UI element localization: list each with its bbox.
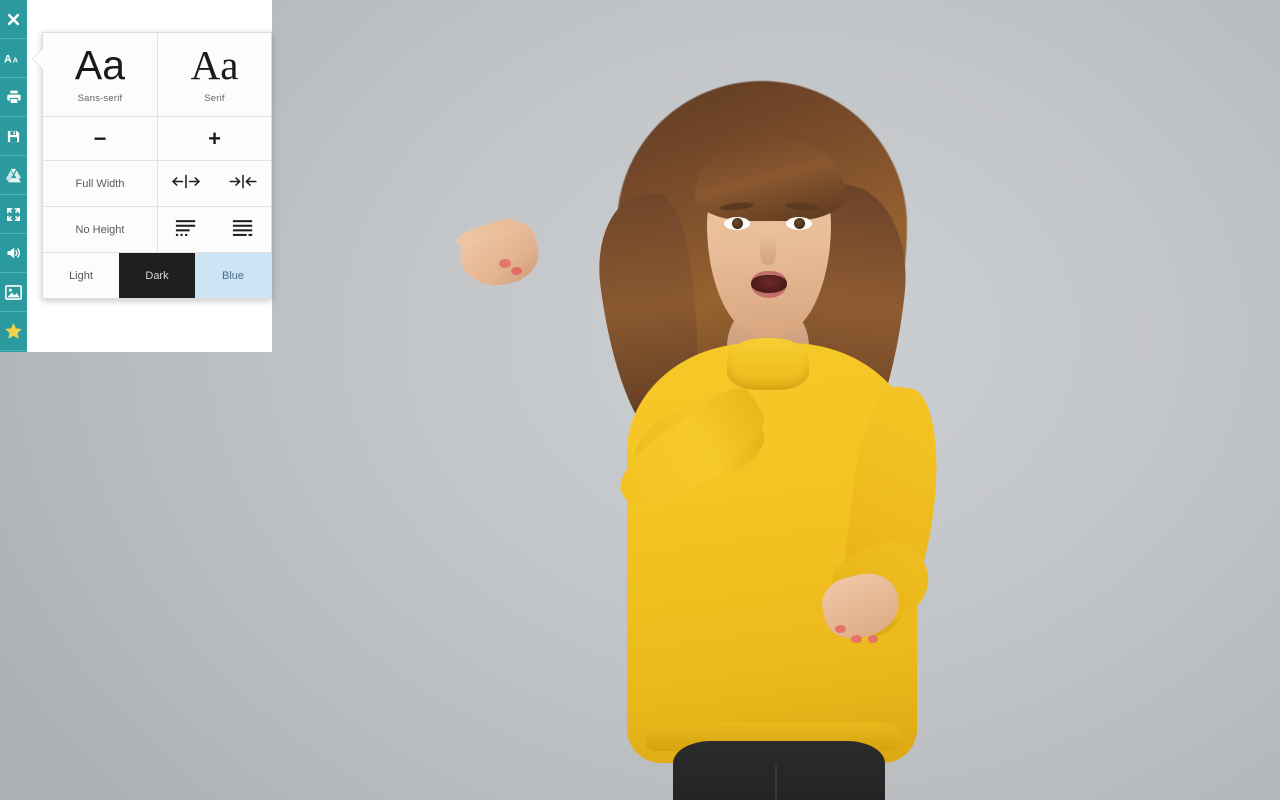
font-size-row: − +: [43, 117, 271, 161]
line-height-row: No Height: [43, 207, 271, 253]
nose: [760, 235, 776, 265]
jeans: [673, 741, 885, 800]
sidebar-item-close[interactable]: [0, 0, 27, 39]
fullscreen-icon: [6, 207, 21, 222]
fingernail: [835, 625, 846, 633]
serif-label: Serif: [204, 93, 225, 104]
full-width-label: Full Width: [75, 177, 125, 190]
no-height-button[interactable]: No Height: [43, 207, 157, 252]
width-decrease-button[interactable]: [215, 161, 272, 206]
font-sans-serif-button[interactable]: Aa Sans-serif: [43, 33, 157, 116]
fingernail: [511, 267, 522, 275]
subject-photo: [453, 75, 1095, 800]
theme-dark-label: Dark: [145, 269, 169, 282]
content-width-row: Full Width: [43, 161, 271, 207]
sidebar-item-print[interactable]: [0, 78, 27, 117]
print-icon: [6, 89, 22, 105]
close-icon: [6, 12, 21, 27]
jeans-seam: [775, 765, 777, 800]
serif-sample: Aa: [190, 42, 239, 88]
svg-text:A: A: [13, 57, 18, 64]
theme-light-button[interactable]: Light: [43, 253, 119, 298]
eye-right: [786, 217, 812, 230]
theme-blue-button[interactable]: Blue: [195, 253, 271, 298]
reader-settings-panel: Aa Sans-serif Aa Serif − + Full Width No…: [42, 32, 272, 299]
arrows-outward-icon: [171, 173, 201, 195]
sidebar-item-favorite[interactable]: [0, 312, 27, 351]
font-size-decrease-button[interactable]: −: [43, 117, 157, 160]
line-height-decrease-button[interactable]: [158, 207, 215, 252]
fingernail: [851, 635, 862, 643]
width-increase-button[interactable]: [158, 161, 215, 206]
image-icon: [5, 284, 22, 300]
theme-blue-label: Blue: [221, 269, 245, 282]
star-icon: [4, 322, 23, 340]
minus-icon: −: [93, 125, 107, 151]
speaker-icon: [5, 245, 22, 261]
sweater-collar: [727, 338, 809, 390]
fingernail: [499, 259, 511, 268]
width-controls: [157, 161, 271, 206]
save-icon: [6, 129, 21, 144]
font-family-row: Aa Sans-serif Aa Serif: [43, 33, 271, 117]
theme-light-label: Light: [69, 269, 93, 282]
font-serif-button[interactable]: Aa Serif: [157, 33, 271, 116]
plus-icon: +: [208, 125, 221, 151]
tool-sidebar: A A: [0, 0, 27, 352]
no-height-label: No Height: [75, 223, 125, 236]
mouth: [751, 271, 787, 298]
sidebar-item-save[interactable]: [0, 117, 27, 156]
theme-dark-button[interactable]: Dark: [119, 253, 195, 298]
sans-serif-sample: Aa: [74, 42, 126, 88]
sans-serif-label: Sans-serif: [77, 93, 123, 104]
svg-text:A: A: [4, 53, 12, 65]
sidebar-item-read-aloud[interactable]: [0, 234, 27, 273]
theme-row: Light Dark Blue: [43, 253, 271, 298]
line-height-controls: [157, 207, 271, 252]
sidebar-item-images[interactable]: [0, 273, 27, 312]
line-height-increase-button[interactable]: [215, 207, 272, 252]
sidebar-item-fullscreen[interactable]: [0, 195, 27, 234]
sidebar-item-font-size[interactable]: A A: [0, 39, 27, 78]
arrows-inward-icon: [228, 173, 258, 195]
line-height-decrease-icon: [175, 218, 197, 242]
google-drive-icon: [5, 168, 22, 183]
full-width-button[interactable]: Full Width: [43, 161, 157, 206]
font-size-increase-button[interactable]: +: [157, 117, 271, 160]
sidebar-item-google-drive[interactable]: [0, 156, 27, 195]
eye-left: [724, 217, 750, 230]
font-size-icon: A A: [4, 51, 23, 66]
line-height-increase-icon: [232, 218, 254, 242]
fingernail: [868, 635, 878, 643]
